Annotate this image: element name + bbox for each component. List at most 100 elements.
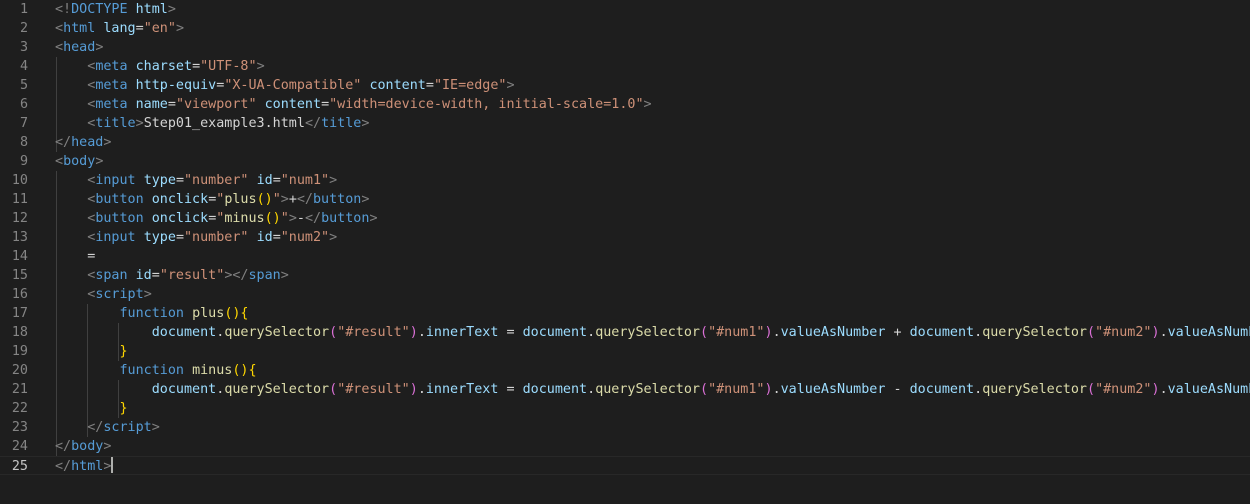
line-number: 3 xyxy=(19,40,28,55)
line-number: 11 xyxy=(11,192,28,207)
code-token: function xyxy=(119,363,185,378)
code-token: > xyxy=(95,154,104,169)
code-line[interactable]: 19 } xyxy=(0,342,1250,361)
code-line[interactable]: 4 <meta charset="UTF-8"> xyxy=(0,57,1250,76)
code-token: document xyxy=(909,325,975,340)
code-text: = xyxy=(55,247,95,266)
code-token: . xyxy=(587,382,596,397)
code-token: document xyxy=(522,325,588,340)
code-token: > xyxy=(329,173,338,188)
code-token: > xyxy=(280,268,289,283)
code-token: button xyxy=(95,211,144,226)
code-token: = xyxy=(192,59,201,74)
code-line[interactable]: 14 = xyxy=(0,247,1250,266)
code-line[interactable]: 12 <button onclick="minus()">-</button> xyxy=(0,209,1250,228)
code-text: <input type="number" id="num1"> xyxy=(55,171,337,190)
code-text: <script> xyxy=(55,285,152,304)
code-line[interactable]: 18 document.querySelector("#result").inn… xyxy=(0,323,1250,342)
code-token: </ xyxy=(304,116,322,131)
code-line[interactable]: 15 <span id="result"></span> xyxy=(0,266,1250,285)
code-text: </script> xyxy=(55,418,160,437)
code-token: valueAsNumber xyxy=(780,325,886,340)
code-token: "number" xyxy=(184,173,249,188)
line-number: 9 xyxy=(19,154,28,169)
text-cursor xyxy=(111,457,114,473)
code-token: minus xyxy=(224,211,265,226)
line-number: 20 xyxy=(11,363,28,378)
code-token: plus xyxy=(192,306,225,321)
code-token: html xyxy=(63,21,96,36)
code-line[interactable]: 8 </head> xyxy=(0,133,1250,152)
code-token: ( xyxy=(329,382,338,397)
code-token: = xyxy=(175,230,184,245)
code-line[interactable]: 23 </script> xyxy=(0,418,1250,437)
code-token: < xyxy=(55,154,64,169)
code-token: Step01_example3.html xyxy=(143,116,305,131)
code-line[interactable]: 20 function minus(){ xyxy=(0,361,1250,380)
code-line[interactable]: 13 <input type="number" id="num2"> xyxy=(0,228,1250,247)
code-line[interactable]: 21 document.querySelector("#result").inn… xyxy=(0,380,1250,399)
line-number: 7 xyxy=(19,116,28,131)
code-token: < xyxy=(55,40,64,55)
code-line[interactable]: 24 </body> xyxy=(0,437,1250,456)
code-token: button xyxy=(95,192,144,207)
code-token: = xyxy=(498,325,523,340)
code-token: ) xyxy=(1151,325,1160,340)
code-line[interactable]: 10 <input type="number" id="num1"> xyxy=(0,171,1250,190)
code-token: ( xyxy=(1087,382,1096,397)
code-token: " xyxy=(280,211,289,226)
code-line[interactable]: 7 <title>Step01_example3.html</title> xyxy=(0,114,1250,133)
code-line[interactable]: 16 <script> xyxy=(0,285,1250,304)
code-token: ( xyxy=(700,382,709,397)
code-token: () xyxy=(256,192,273,207)
code-line[interactable]: 2 <html lang="en"> xyxy=(0,19,1250,38)
code-text: </html> xyxy=(55,457,114,476)
line-number: 5 xyxy=(19,78,28,93)
code-line[interactable]: 6 <meta name="viewport" content="width=d… xyxy=(0,95,1250,114)
code-token: "en" xyxy=(143,21,176,36)
code-token: "#result" xyxy=(337,325,410,340)
code-line[interactable]: 11 <button onclick="plus()">+</button> xyxy=(0,190,1250,209)
code-token: = xyxy=(272,230,281,245)
code-line[interactable]: 9 <body> xyxy=(0,152,1250,171)
code-token: "number" xyxy=(184,230,249,245)
code-token: input xyxy=(95,173,136,188)
code-token: function xyxy=(119,306,185,321)
code-editor[interactable]: 1 <!DOCTYPE html> 2 <html lang="en"> 3 <head>… xyxy=(0,0,1250,504)
code-token: input xyxy=(95,230,136,245)
code-token: valueAsNumber xyxy=(1167,382,1250,397)
code-token: body xyxy=(63,154,96,169)
code-line[interactable]: 22 } xyxy=(0,399,1250,418)
code-token: ) xyxy=(409,382,418,397)
code-token: > xyxy=(103,135,112,150)
line-number: 13 xyxy=(11,230,28,245)
code-token: querySelector xyxy=(982,325,1087,340)
code-text: } xyxy=(55,342,128,361)
code-token: charset xyxy=(135,59,193,74)
code-token: head xyxy=(71,135,104,150)
code-line[interactable]: 5 <meta http-equiv="X-UA-Compatible" con… xyxy=(0,76,1250,95)
code-token: > xyxy=(369,211,378,226)
code-token: document xyxy=(151,325,217,340)
line-number: 25 xyxy=(11,459,28,474)
code-line[interactable]: 25 </html> xyxy=(0,456,1250,475)
code-line[interactable]: 3 <head> xyxy=(0,38,1250,57)
code-token: type xyxy=(143,230,176,245)
code-token: ) xyxy=(1151,382,1160,397)
code-token: "#num1" xyxy=(708,382,765,397)
code-token: querySelector xyxy=(595,325,700,340)
code-line[interactable]: 17 function plus(){ xyxy=(0,304,1250,323)
code-token: <! xyxy=(55,2,72,17)
code-token: = xyxy=(55,249,96,264)
code-line[interactable]: 1 <!DOCTYPE html> xyxy=(0,0,1250,19)
